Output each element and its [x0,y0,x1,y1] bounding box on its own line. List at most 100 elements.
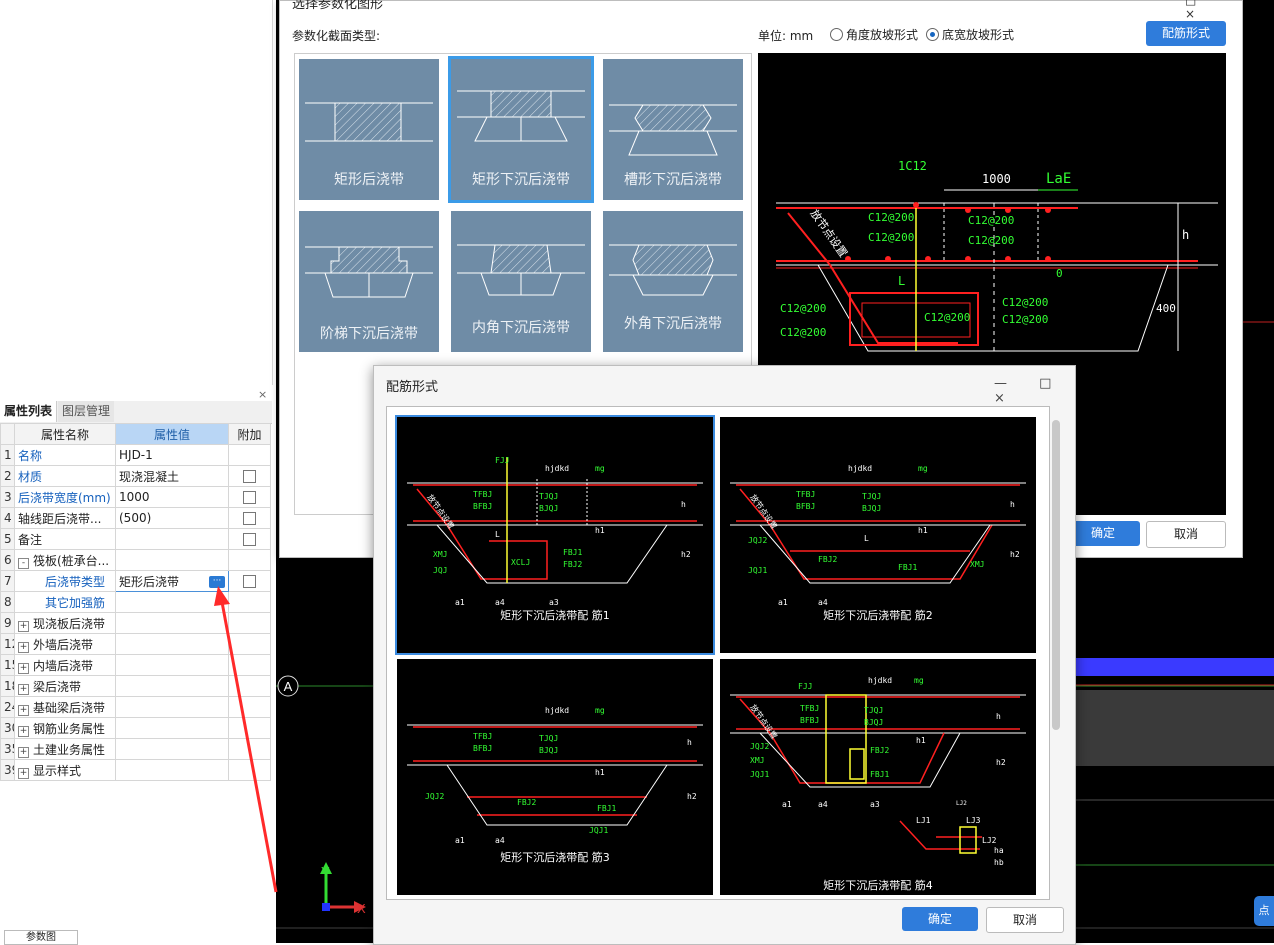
expand-icon[interactable]: + [18,704,29,716]
property-row[interactable]: 2 材质 现浇混凝土 [0,465,271,487]
property-row[interactable]: 18+ 梁后浇带 [0,675,271,697]
property-row[interactable]: 3 后浇带宽度(mm) 1000 [0,486,271,508]
property-row[interactable]: 4 轴线距后浇带... (500) [0,507,271,529]
property-row[interactable]: 24+ 基础梁后浇带 [0,696,271,718]
collapse-icon[interactable]: - [18,557,29,569]
cad-tag: 放节点设置 [748,702,779,741]
property-value[interactable] [115,759,229,781]
expand-icon[interactable]: + [18,662,29,674]
extra-cell [228,486,271,508]
expand-icon[interactable]: + [18,746,29,758]
tab-property-list[interactable]: 属性列表 [0,401,58,422]
property-value[interactable] [115,717,229,739]
property-value[interactable]: (500) [115,507,229,529]
property-value[interactable] [115,675,229,697]
section-option-rect-sunken[interactable]: 矩形下沉后浇带 [447,54,594,203]
row-index: 3 [0,486,15,508]
property-row[interactable]: 7 后浇带类型 矩形后浇带 ··· [0,570,271,592]
cad-tag: TFBJ [800,704,819,713]
property-value[interactable] [115,612,229,634]
property-row[interactable]: 8 其它加强筋 [0,591,271,613]
checkbox[interactable] [243,533,256,546]
section-option-outer-corner-sunken[interactable]: 外角下沉后浇带 [599,206,745,352]
tab-layer-management[interactable]: 图层管理 [58,401,115,422]
cad-tag: ha [994,846,1004,855]
checkbox[interactable] [243,575,256,588]
property-panel: × 属性列表 图层管理 属性名称 属性值 附加 1 名称 HJD-1 2 材质 现浇混凝土… [0,0,273,945]
cad-tag: BFBJ [473,502,492,511]
cad-tag: TFBJ [473,490,492,499]
preview-label: C12@200 [868,211,914,224]
section-option-rect[interactable]: 矩形后浇带 [295,54,441,200]
property-value[interactable] [115,654,229,676]
rebar-option-2[interactable]: hjdkd mg TFBJ BFBJ TJQJ BJQJ h h1 h2 L J… [720,417,1036,653]
property-row[interactable]: 5 备注 [0,528,271,550]
scrollbar[interactable] [1052,420,1060,730]
property-value[interactable] [115,633,229,655]
window-buttons[interactable]: — □ × [994,376,1075,406]
property-row[interactable]: 35+ 土建业务属性 [0,738,271,760]
section-option-step-sunken[interactable]: 阶梯下沉后浇带 [295,206,441,352]
window-buttons[interactable]: □ × [1185,0,1242,21]
extra-cell [228,717,271,739]
expand-icon[interactable]: + [18,725,29,737]
cad-tag: L [495,530,500,539]
panel-close-icon[interactable]: × [258,388,267,401]
radio-width-slope[interactable]: 底宽放坡形式 [926,26,1014,43]
property-name: 备注 [14,528,116,550]
property-value[interactable]: 现浇混凝土 [115,465,229,487]
property-value[interactable] [115,549,229,571]
checkbox[interactable] [243,512,256,525]
cancel-button[interactable]: 取消 [986,907,1064,933]
more-options-button[interactable]: ··· [209,575,225,588]
rebar-option-3[interactable]: hjdkd mg TFBJ BFBJ TJQJ BJQJ h h1 h2 JQJ… [397,659,713,895]
property-value[interactable]: 矩形后浇带 ··· [115,570,229,592]
expand-icon[interactable]: + [18,767,29,779]
cad-tag: BJQJ [862,504,881,513]
property-row[interactable]: 30+ 钢筋业务属性 [0,717,271,739]
property-value[interactable]: 1000 [115,486,229,508]
expand-icon[interactable]: + [18,683,29,695]
property-name-text: 土建业务属性 [33,742,106,757]
property-row[interactable]: 1 名称 HJD-1 [0,444,271,466]
cad-tag: FJJ [798,682,812,691]
ok-button[interactable]: 确定 [902,907,978,931]
property-row[interactable]: 12+ 外墙后浇带 [0,633,271,655]
property-value[interactable] [115,696,229,718]
property-value[interactable] [115,591,229,613]
property-row[interactable]: 9 + 现浇板后浇带 [0,612,271,634]
cad-tag: h2 [1010,550,1020,559]
section-option-inner-corner-sunken[interactable]: 内角下沉后浇带 [447,206,593,352]
extra-cell [228,759,271,781]
section-option-groove-sunken[interactable]: 槽形下沉后浇带 [599,54,745,200]
property-table: 属性名称 属性值 附加 1 名称 HJD-1 2 材质 现浇混凝土 3 后浇带宽度(mm) 10… [0,423,271,781]
help-button[interactable]: 点 [1254,896,1274,926]
rebar-form-button[interactable]: 配筋形式 [1146,21,1226,46]
cad-tag: h [996,712,1001,721]
property-row[interactable]: 15+ 内墙后浇带 [0,654,271,676]
property-value[interactable] [115,528,229,550]
radio-angle-slope[interactable]: 角度放坡形式 [830,26,918,43]
row-index: 2 [0,465,15,487]
property-row[interactable]: 39+ 显示样式 [0,759,271,781]
row-index: 35 [0,738,15,760]
cad-tag: FBJ1 [597,804,616,813]
property-name: 后浇带宽度(mm) [14,486,116,508]
property-value[interactable]: HJD-1 [115,444,229,466]
preview-label: C12@200 [968,234,1014,247]
cancel-button[interactable]: 取消 [1146,521,1226,548]
rebar-option-1[interactable]: FJJ hjdkd mg TFBJ BFBJ TJQJ BJQJ h h1 h2… [395,415,715,655]
cad-tag: hjdkd [848,464,872,473]
property-row[interactable]: 6- 筏板(桩承台... [0,549,271,571]
checkbox[interactable] [243,470,256,483]
checkbox[interactable] [243,491,256,504]
ok-button[interactable]: 确定 [1066,521,1140,546]
index-header [0,423,15,445]
cad-tag: JQJ1 [748,566,767,575]
rebar-option-4[interactable]: FJJ hjdkd mg TFBJ BFBJ TJQJ BJQJ h h1 h2… [720,659,1036,895]
property-value[interactable] [115,738,229,760]
property-name: + 显示样式 [14,759,116,781]
expand-icon[interactable]: + [18,641,29,653]
cad-tag: TFBJ [796,490,815,499]
expand-icon[interactable]: + [18,620,29,632]
